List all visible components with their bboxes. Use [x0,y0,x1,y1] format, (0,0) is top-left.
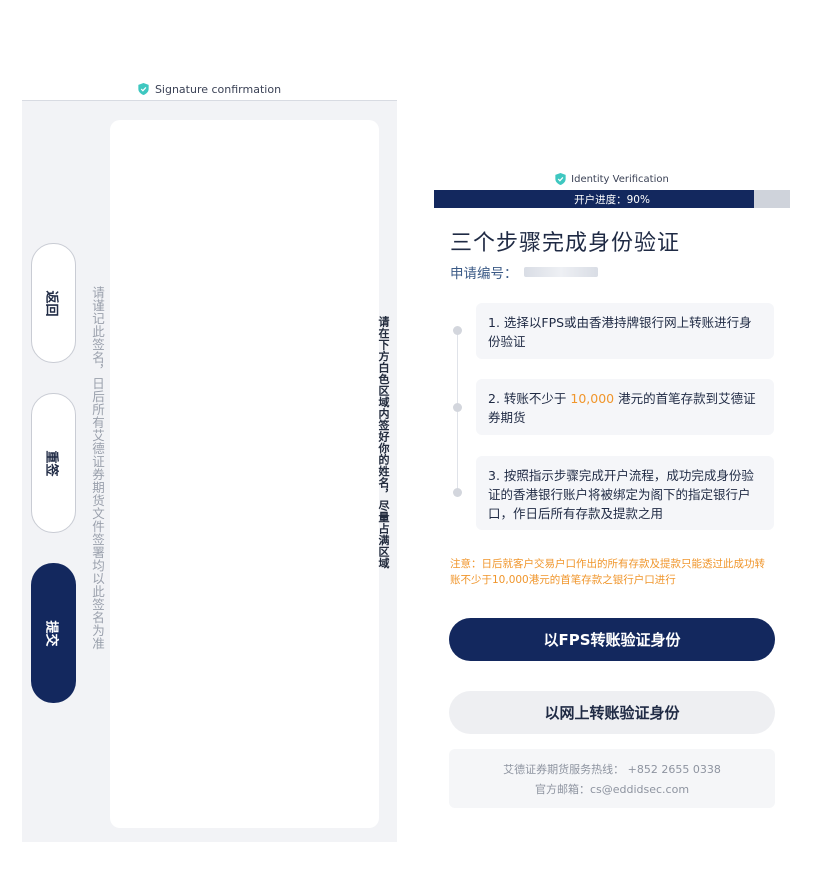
step-3-text: 3. 按照指示步骤完成开户流程，成功完成身份验证的香港银行账户将被绑定为阁下的指… [488,468,754,521]
signature-note: 请谨记此签名，日后所有艾德证券期货文件签署均以此签名为准 [90,286,105,650]
application-number-label: 申请编号： [450,266,518,282]
timeline-dot [453,326,462,335]
online-transfer-verify-button[interactable]: 以网上转账验证身份 [449,691,775,734]
step-2-amount: 10,000 [570,391,615,406]
resign-button-label: 重签 [43,449,59,477]
account-progress-bar: 开户进度：90% [434,190,790,208]
official-email[interactable]: 官方邮箱：cs@eddidsec.com [535,781,689,797]
signature-header: Signature confirmation [22,78,397,100]
step-2: 2. 转账不少于 10,000 港元的首笔存款到艾德证券期货 [476,379,774,435]
service-hotline: 艾德证券期货服务热线： +852 2655 0338 [503,762,721,776]
step-1: 1. 选择以FPS或由香港持牌银行网上转账进行身份验证 [476,303,774,359]
deposit-notice: 注意：日后就客户交易户口作出的所有存款及提款只能透过此成功转账不少于10,000… [450,558,765,586]
fps-verify-button[interactable]: 以FPS转账验证身份 [449,618,775,661]
application-number: 申请编号： [450,262,598,282]
shield-icon [555,173,566,185]
verification-header-title: Identity Verification [571,173,669,185]
signature-header-title: Signature confirmation [154,82,282,96]
timeline-dot [453,488,462,497]
progress-label: 开户进度：90% [574,193,650,206]
timeline-dot [453,403,462,412]
shield-icon [138,83,149,95]
submit-button[interactable]: 提交 [31,563,76,703]
signature-instruction: 请在下方白色区域内签好你的姓名，尽量占满区域 [377,316,390,569]
contact-info: 艾德证券期货服务热线： +852 2655 0338 官方邮箱：cs@eddid… [449,749,775,808]
step-3: 3. 按照指示步骤完成开户流程，成功完成身份验证的香港银行账户将被绑定为阁下的指… [476,456,774,530]
back-button[interactable]: 返回 [31,243,76,363]
timeline-line [457,330,458,495]
page-title: 三个步骤完成身份验证 [450,231,681,256]
back-button-label: 返回 [43,289,59,317]
verification-header: Identity Verification [434,169,790,189]
signature-canvas[interactable] [110,120,379,828]
submit-button-label: 提交 [43,619,59,647]
step-2-text-before: 2. 转账不少于 [488,391,571,406]
application-number-redacted [523,267,598,277]
resign-button[interactable]: 重签 [31,393,76,533]
step-1-text: 1. 选择以FPS或由香港持牌银行网上转账进行身份验证 [488,315,752,349]
